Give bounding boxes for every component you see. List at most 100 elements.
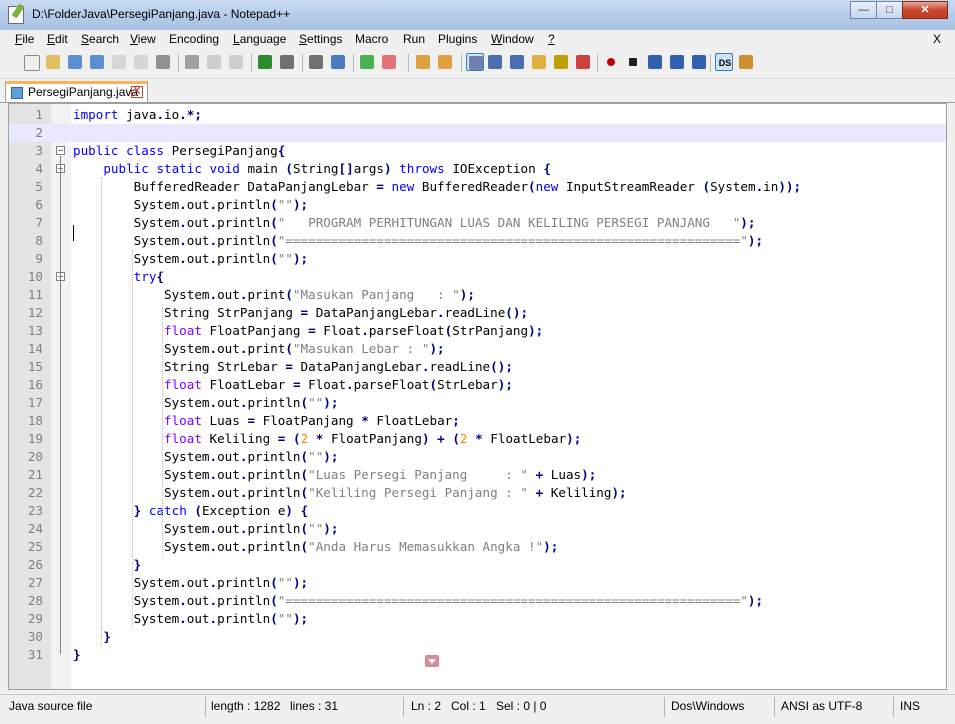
play-macro-icon[interactable]: [646, 53, 664, 71]
line-number: 14: [27, 341, 43, 356]
code-line[interactable]: 19 float Keliling = (2 * FloatPanjang) +…: [9, 430, 946, 448]
fold-tree-line: [60, 156, 61, 654]
menu-settings[interactable]: Settings: [299, 32, 342, 46]
code-line[interactable]: 8 System.out.println("==================…: [9, 232, 946, 250]
code-line[interactable]: 16 float FloatLebar = Float.parseFloat(S…: [9, 376, 946, 394]
line-number: 29: [27, 611, 43, 626]
minimize-icon[interactable]: —: [850, 1, 877, 19]
menu-macro[interactable]: Macro: [355, 32, 388, 46]
code-line[interactable]: 11 System.out.print("Masukan Panjang : "…: [9, 286, 946, 304]
save-macro-icon[interactable]: [690, 53, 708, 71]
code-line[interactable]: 26 }: [9, 556, 946, 574]
code-line[interactable]: 31}: [9, 646, 946, 664]
zoom-out-icon[interactable]: [380, 53, 398, 71]
close-window-icon[interactable]: ✕: [902, 1, 948, 19]
word-wrap-icon[interactable]: [466, 53, 484, 71]
indent-guide-icon[interactable]: [508, 53, 526, 71]
code-line[interactable]: 30 }: [9, 628, 946, 646]
cut-icon[interactable]: [183, 53, 201, 71]
zoom-in-icon[interactable]: [358, 53, 376, 71]
code-line[interactable]: 21 System.out.println("Luas Persegi Panj…: [9, 466, 946, 484]
paste-icon[interactable]: [227, 53, 245, 71]
line-number: 10: [27, 269, 43, 284]
code-line[interactable]: 29 System.out.println("");: [9, 610, 946, 628]
menu-help[interactable]: ?: [548, 32, 555, 46]
replace-icon[interactable]: [329, 53, 347, 71]
code-editor[interactable]: 1 import java.io.*; 2 3 public class Persegi…: [8, 103, 947, 690]
code-line[interactable]: 10 try{: [9, 268, 946, 286]
code-line[interactable]: 25 System.out.println("Anda Harus Memasu…: [9, 538, 946, 556]
code-line[interactable]: 6 System.out.println("");: [9, 196, 946, 214]
fold-toggle-icon[interactable]: [56, 146, 65, 155]
sync-vertical-icon[interactable]: [414, 53, 432, 71]
close-document-icon[interactable]: X: [933, 32, 941, 46]
user-defined-lang-icon[interactable]: [530, 53, 548, 71]
line-number: 4: [35, 161, 43, 176]
menu-edit[interactable]: Edit: [47, 32, 68, 46]
open-file-icon[interactable]: [44, 53, 62, 71]
status-encoding[interactable]: ANSI as UTF-8: [781, 699, 862, 713]
menu-run[interactable]: Run: [403, 32, 425, 46]
code-line[interactable]: 3 public class PersegiPanjang{: [9, 142, 946, 160]
code-text: System.out.println("");: [133, 575, 309, 590]
maximize-icon[interactable]: □: [876, 1, 903, 19]
sync-horizontal-icon[interactable]: [436, 53, 454, 71]
undo-icon[interactable]: [256, 53, 274, 71]
status-insert-mode[interactable]: INS: [900, 699, 920, 713]
copy-icon[interactable]: [205, 53, 223, 71]
code-line[interactable]: 20 System.out.println("");: [9, 448, 946, 466]
redo-icon[interactable]: [278, 53, 296, 71]
plugin-icon[interactable]: [737, 53, 755, 71]
code-line[interactable]: 4 public static void main (String[]args)…: [9, 160, 946, 178]
ds-plugin-icon[interactable]: DS: [715, 53, 733, 71]
menu-plugins[interactable]: Plugins: [438, 32, 477, 46]
close-all-icon[interactable]: [132, 53, 150, 71]
record-macro-icon[interactable]: [602, 53, 620, 71]
line-number: 20: [27, 449, 43, 464]
code-line[interactable]: 12 String StrPanjang = DataPanjangLebar.…: [9, 304, 946, 322]
code-line[interactable]: 5 BufferedReader DataPanjangLebar = new …: [9, 178, 946, 196]
code-line[interactable]: 28 System.out.println("=================…: [9, 592, 946, 610]
code-line[interactable]: 15 String StrLebar = DataPanjangLebar.re…: [9, 358, 946, 376]
show-all-chars-icon[interactable]: [486, 53, 504, 71]
menu-view[interactable]: View: [130, 32, 156, 46]
code-text: System.out.println("");: [164, 395, 339, 410]
code-line[interactable]: 9 System.out.println("");: [9, 250, 946, 268]
close-icon[interactable]: [110, 53, 128, 71]
code-line[interactable]: 27 System.out.println("");: [9, 574, 946, 592]
code-line[interactable]: 22 System.out.println("Keliling Persegi …: [9, 484, 946, 502]
code-line[interactable]: 7 System.out.println(" PROGRAM PERHITUNG…: [9, 214, 946, 232]
menu-file[interactable]: File: [15, 32, 34, 46]
toolbar-separator: [302, 54, 303, 72]
print-icon[interactable]: [154, 53, 172, 71]
function-list-icon[interactable]: [574, 53, 592, 71]
code-text: System.out.println("====================…: [133, 593, 764, 608]
code-text: }: [73, 647, 81, 662]
title-bar[interactable]: D:\FolderJava\PersegiPanjang.java - Note…: [0, 0, 955, 30]
code-line[interactable]: 1 import java.io.*;: [9, 106, 946, 124]
menu-language[interactable]: Language: [233, 32, 286, 46]
save-all-icon[interactable]: [88, 53, 106, 71]
code-line[interactable]: 18 float Luas = FloatPanjang * FloatLeba…: [9, 412, 946, 430]
indent-guide: [162, 304, 164, 556]
menu-encoding[interactable]: Encoding: [169, 32, 219, 46]
menu-window[interactable]: Window: [491, 32, 534, 46]
find-icon[interactable]: [307, 53, 325, 71]
menu-search[interactable]: Search: [81, 32, 119, 46]
save-icon[interactable]: [66, 53, 84, 71]
run-macro-multiple-icon[interactable]: [668, 53, 686, 71]
code-line[interactable]: 23 } catch (Exception e) {: [9, 502, 946, 520]
code-line[interactable]: 13 float FloatPanjang = Float.parseFloat…: [9, 322, 946, 340]
code-line[interactable]: 2: [9, 124, 946, 142]
tab-close-icon[interactable]: X: [131, 86, 143, 98]
code-line[interactable]: 24 System.out.println("");: [9, 520, 946, 538]
tab-persegipanjang-java[interactable]: PersegiPanjang.java X: [5, 81, 148, 102]
toolbar-separator: [461, 54, 462, 72]
code-text: float FloatLebar = Float.parseFloat(StrL…: [164, 377, 513, 392]
new-file-icon[interactable]: [22, 53, 40, 71]
doc-map-icon[interactable]: [552, 53, 570, 71]
stop-record-icon[interactable]: [624, 53, 642, 71]
code-line[interactable]: 14 System.out.print("Masukan Lebar : ");: [9, 340, 946, 358]
code-line[interactable]: 17 System.out.println("");: [9, 394, 946, 412]
status-eol[interactable]: Dos\Windows: [671, 699, 744, 713]
